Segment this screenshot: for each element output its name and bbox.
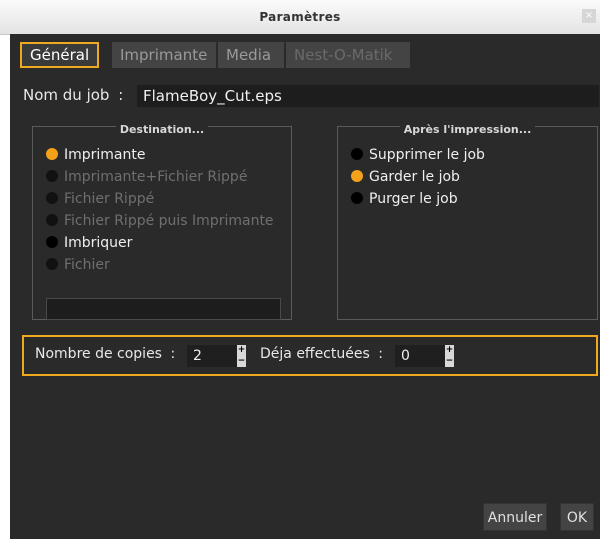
radio-fichier[interactable]: Fichier — [46, 255, 110, 275]
radio-fichier-rippe-puis-imprimante[interactable]: Fichier Rippé puis Imprimante — [46, 211, 274, 231]
radio-dot-icon — [46, 214, 58, 226]
radio-purger-le-job[interactable]: Purger le job — [351, 189, 458, 209]
radio-dot-icon — [46, 258, 58, 270]
tab-nest-o-matik[interactable]: Nest-O-Matik — [286, 42, 410, 68]
destination-group: Destination... Imprimante Imprimante+Fic… — [32, 123, 292, 320]
after-print-group: Après l'impression... Supprimer le job G… — [337, 123, 598, 320]
copies-input[interactable]: 2 — [187, 345, 237, 367]
radio-imbriquer[interactable]: Imbriquer — [46, 233, 132, 253]
radio-dot-icon — [46, 148, 58, 160]
tab-imprimante[interactable]: Imprimante — [112, 42, 216, 68]
copies-decrement-icon[interactable]: − — [237, 356, 246, 367]
copies-increment-icon[interactable]: + — [237, 345, 246, 356]
radio-fichier-rippe[interactable]: Fichier Rippé — [46, 189, 154, 209]
radio-dot-icon — [46, 236, 58, 248]
close-icon[interactable]: × — [582, 9, 596, 23]
ok-button[interactable]: OK — [560, 503, 594, 531]
settings-dialog: Général Imprimante Media Nest-O-Matik No… — [10, 34, 600, 539]
tab-media[interactable]: Media — [218, 42, 284, 68]
job-name-label: Nom du job : — [23, 86, 124, 104]
destination-title: Destination... — [115, 123, 209, 136]
radio-dot-icon — [351, 170, 363, 182]
radio-garder-le-job[interactable]: Garder le job — [351, 167, 460, 187]
copies-done-increment-icon[interactable]: + — [445, 345, 454, 356]
file-path-field[interactable] — [46, 298, 281, 320]
after-print-title: Après l'impression... — [399, 123, 536, 136]
radio-imprimante[interactable]: Imprimante — [46, 145, 146, 165]
copies-section: Nombre de copies : 2 + − Déja effectuées… — [22, 335, 598, 376]
radio-dot-icon — [46, 192, 58, 204]
cancel-button[interactable]: Annuler — [483, 503, 547, 531]
tab-general[interactable]: Général — [20, 42, 100, 68]
copies-done-label: Déja effectuées : — [260, 346, 383, 362]
title-bar: Paramètres × — [0, 0, 600, 35]
copies-done-decrement-icon[interactable]: − — [445, 356, 454, 367]
radio-imprimante-fichier-rippe[interactable]: Imprimante+Fichier Rippé — [46, 167, 247, 187]
radio-dot-icon — [351, 192, 363, 204]
radio-dot-icon — [46, 170, 58, 182]
job-name-field[interactable]: FlameBoy_Cut.eps — [137, 85, 599, 107]
copies-label: Nombre de copies : — [35, 346, 176, 362]
radio-supprimer-le-job[interactable]: Supprimer le job — [351, 145, 485, 165]
copies-done-input[interactable]: 0 — [395, 345, 445, 367]
window-title: Paramètres — [259, 10, 341, 24]
radio-dot-icon — [351, 148, 363, 160]
